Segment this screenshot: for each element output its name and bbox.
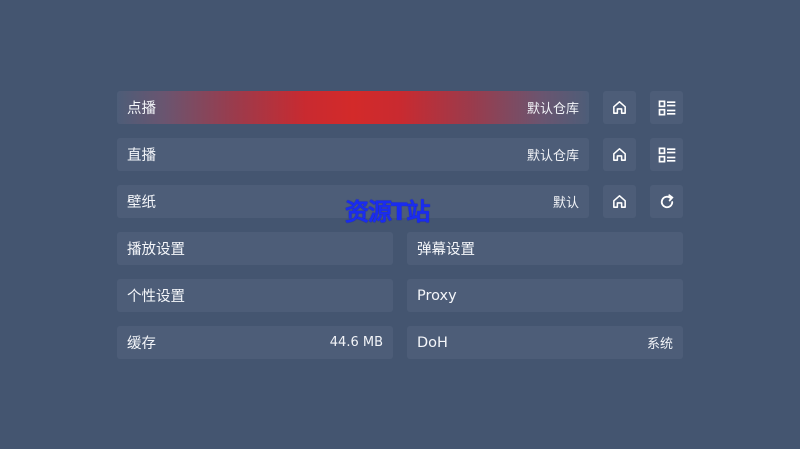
vod-home-button[interactable]	[603, 91, 636, 124]
cache-row[interactable]: 缓存 44.6 MB	[117, 326, 393, 359]
player-settings-row[interactable]: 播放设置	[117, 232, 393, 265]
doh-row[interactable]: DoH 系统	[407, 326, 683, 359]
refresh-icon	[660, 193, 674, 208]
doh-value: 系统	[646, 337, 673, 352]
proxy-label: Proxy	[417, 287, 457, 304]
doh-label: DoH	[417, 334, 448, 351]
list-icon	[658, 100, 675, 115]
wallpaper-value: 默认	[552, 196, 579, 211]
vod-value: 默认仓库	[526, 102, 579, 117]
danmaku-settings-label: 弹幕设置	[417, 242, 475, 258]
live-value: 默认仓库	[526, 149, 579, 164]
live-setting-row[interactable]: 直播 默认仓库	[117, 138, 589, 171]
live-list-button[interactable]	[650, 138, 683, 171]
proxy-row[interactable]: Proxy	[407, 279, 683, 312]
vod-list-button[interactable]	[650, 91, 683, 124]
home-icon	[613, 195, 626, 208]
home-icon	[613, 101, 626, 114]
vod-label: 点播	[127, 101, 156, 117]
live-label: 直播	[127, 148, 156, 164]
cache-label: 缓存	[127, 336, 156, 352]
player-settings-label: 播放设置	[127, 242, 185, 258]
watermark-text: 资源T站	[345, 198, 430, 226]
wallpaper-refresh-button[interactable]	[650, 185, 683, 218]
cache-value: 44.6 MB	[329, 335, 383, 350]
list-icon	[658, 147, 675, 162]
live-home-button[interactable]	[603, 138, 636, 171]
danmaku-settings-row[interactable]: 弹幕设置	[407, 232, 683, 265]
wallpaper-home-button[interactable]	[603, 185, 636, 218]
personal-settings-row[interactable]: 个性设置	[117, 279, 393, 312]
vod-setting-row[interactable]: 点播 默认仓库	[117, 91, 589, 124]
personal-settings-label: 个性设置	[127, 289, 185, 305]
wallpaper-label: 壁纸	[127, 195, 156, 211]
home-icon	[613, 148, 626, 161]
